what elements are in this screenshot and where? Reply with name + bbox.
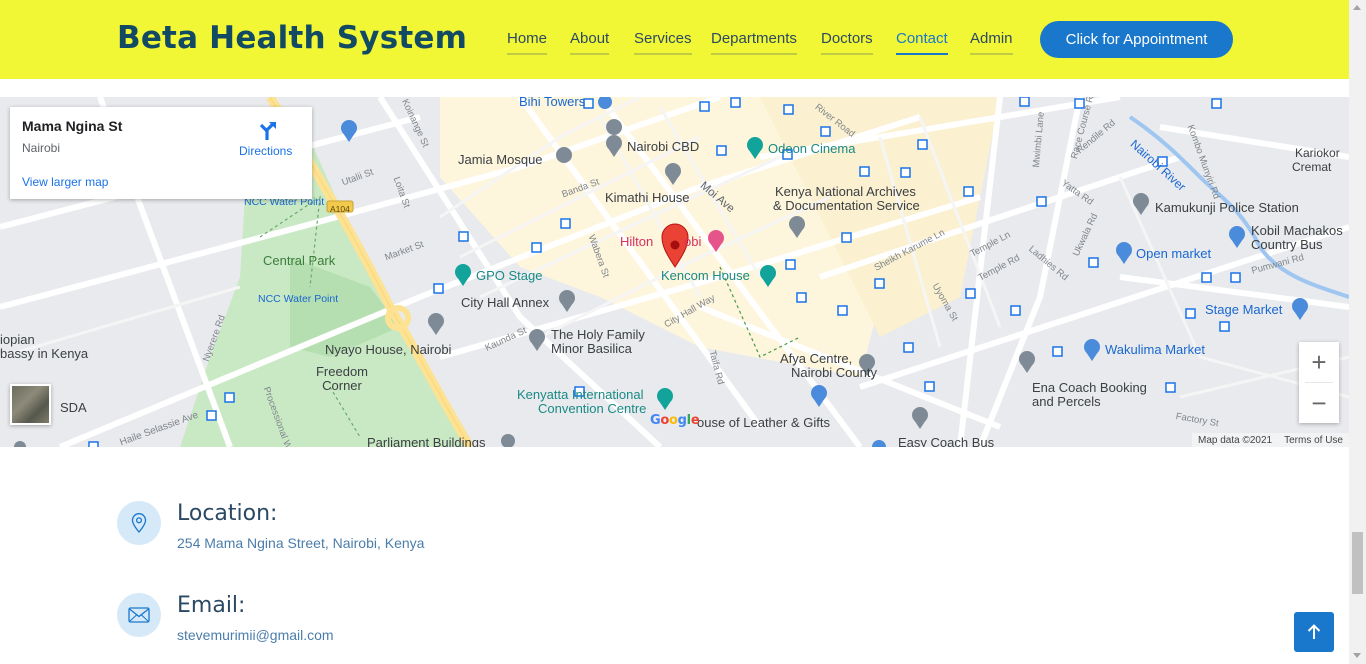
map-label-kimathi-house: Kimathi House (605, 190, 690, 205)
email-heading: Email: (177, 593, 246, 618)
map-label-odeon-cinema: Odeon Cinema (768, 141, 856, 156)
map-label-holy-family-2: Minor Basilica (551, 341, 632, 356)
google-map[interactable]: Bihi Towers Nairobi CBD Odeon Cinema Jam… (0, 97, 1349, 447)
site-logo[interactable]: Beta Health System (117, 20, 467, 56)
directions-label[interactable]: Directions (239, 144, 292, 158)
zoom-in-icon[interactable]: + (1299, 342, 1339, 382)
map-label-afya-centre-2: Nairobi County (791, 365, 877, 380)
nav-contact[interactable]: Contact (896, 30, 948, 55)
map-label-kenya-archives-2: & Documentation Service (773, 198, 920, 213)
map-label-open-market: Open market (1136, 246, 1212, 261)
map-label-kobil-1: Kobil Machakos (1251, 223, 1343, 238)
map-label-afya-centre-1: Afya Centre, (780, 351, 853, 366)
page: Beta Health System Home About Services D… (0, 0, 1366, 664)
map-label-holy-family-1: The Holy Family (551, 327, 645, 342)
map-label-nyayo-house: Nyayo House, Nairobi (325, 342, 452, 357)
map-label-ethiopian-2: bassy in Kenya (0, 346, 89, 361)
map-label-ncc-water-point: NCC Water Point (258, 293, 339, 305)
map-label-bihi-towers: Bihi Towers (519, 97, 586, 109)
map-label-ena-coach-2: and Percels (1032, 394, 1101, 409)
map-label-kenya-archives-1: Kenya National Archives (775, 184, 916, 199)
map-label-a104: A104 (330, 204, 350, 214)
scroll-down-arrow[interactable] (1353, 653, 1361, 658)
map-label-freedom-corner: Freedom Corner (315, 364, 369, 393)
back-to-top-button[interactable] (1294, 612, 1334, 652)
map-label-kicc-1: Kenyatta International (517, 387, 644, 402)
map-label-hilton-1: Hilton (620, 234, 654, 249)
map-label-house-of-leather: ouse of Leather & Gifts (697, 415, 830, 430)
map-label-gpo-stage: GPO Stage (476, 268, 543, 283)
satellite-toggle[interactable] (10, 384, 51, 425)
scroll-thumb[interactable] (1352, 532, 1363, 594)
map-label-kobil-2: Country Bus (1251, 237, 1323, 252)
map-label-sda: SDA (60, 400, 87, 415)
map-label-hilton-2: obi (684, 234, 702, 249)
map-data-text: Map data ©2021 (1198, 434, 1273, 446)
zoom-controls: + − (1299, 342, 1339, 423)
map-label-kariokor-2: Cremat (1292, 160, 1332, 174)
zoom-out-icon[interactable]: − (1299, 383, 1339, 423)
google-logo[interactable]: Google (650, 413, 700, 428)
nav-departments[interactable]: Departments (711, 30, 797, 55)
nav-home[interactable]: Home (507, 30, 548, 55)
appointment-button[interactable]: Click for Appointment (1040, 21, 1233, 58)
map-label-easy-coach: Easy Coach Bus (898, 435, 995, 448)
place-title: Mama Ngina St (22, 118, 123, 134)
map-label-ethiopian-1: iopian (0, 332, 35, 347)
map-label-nairobi-cbd: Nairobi CBD (627, 139, 700, 154)
view-larger-map-link[interactable]: View larger map (22, 175, 108, 189)
map-label-kicc-2: Convention Centre (538, 401, 647, 416)
map-label-kencom-house: Kencom House (661, 268, 750, 283)
site-header: Beta Health System Home About Services D… (0, 0, 1349, 79)
map-label-jamia-mosque: Jamia Mosque (458, 152, 543, 167)
map-label-city-hall-annex: City Hall Annex (461, 295, 550, 310)
email-text[interactable]: stevemurimii@gmail.com (177, 627, 334, 643)
map-info-card: Mama Ngina St Nairobi View larger map Di… (10, 107, 312, 199)
page-scrollbar[interactable] (1349, 0, 1366, 664)
nav-services[interactable]: Services (634, 30, 692, 55)
nav-doctors[interactable]: Doctors (821, 30, 873, 55)
map-pin-icon (117, 501, 161, 545)
map-label-kamukunji-police: Kamukunji Police Station (1155, 200, 1299, 215)
map-label-wakulima-market: Wakulima Market (1105, 342, 1205, 357)
map-label-stage-market: Stage Market (1205, 302, 1283, 317)
place-subtitle: Nairobi (22, 141, 61, 155)
map-label-ena-coach-1: Ena Coach Booking (1032, 380, 1147, 395)
scroll-up-arrow[interactable] (1353, 5, 1361, 10)
terms-of-use-link[interactable]: Terms of Use (1284, 435, 1343, 446)
directions-icon[interactable] (256, 119, 278, 141)
envelope-icon (117, 593, 161, 637)
nav-admin[interactable]: Admin (970, 30, 1013, 55)
map-label-central-park: Central Park (263, 253, 336, 268)
map-label-kariokor-1: Kariokor (1295, 146, 1340, 160)
map-attribution: Map data ©2021 Terms of Use (1192, 433, 1349, 447)
arrow-up-icon (1307, 624, 1321, 639)
header-spacer (0, 79, 1349, 97)
map-label-parliament: Parliament Buildings (367, 435, 486, 448)
location-heading: Location: (177, 501, 278, 526)
location-text: 254 Mama Ngina Street, Nairobi, Kenya (177, 535, 425, 551)
nav-about[interactable]: About (570, 30, 610, 55)
